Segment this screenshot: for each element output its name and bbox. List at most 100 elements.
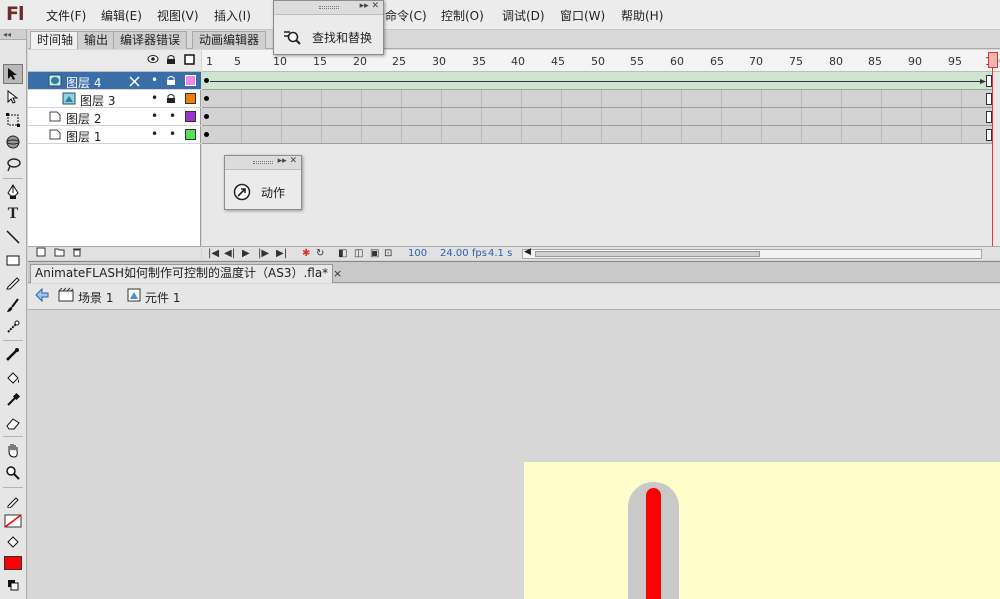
fill-color-bucket-icon[interactable] bbox=[3, 532, 23, 552]
frame-row[interactable] bbox=[202, 90, 992, 108]
menu-help[interactable]: 帮助(H) bbox=[621, 7, 663, 24]
visibility-dot[interactable]: • bbox=[151, 73, 158, 87]
playhead-handle[interactable] bbox=[988, 52, 998, 68]
delete-layer-icon[interactable] bbox=[72, 247, 82, 261]
brush-tool-icon[interactable] bbox=[3, 295, 23, 315]
symbol-breadcrumb[interactable]: 元件 1 bbox=[145, 289, 180, 306]
subselection-tool-icon[interactable] bbox=[3, 87, 23, 107]
pencil-tool-icon[interactable] bbox=[3, 272, 23, 292]
zoom-tool-icon[interactable] bbox=[3, 463, 23, 483]
tab-compiler-errors[interactable]: 编译器错误 bbox=[113, 31, 188, 49]
frame-row[interactable] bbox=[202, 126, 992, 144]
scroll-left-icon[interactable]: ◀ bbox=[524, 247, 531, 257]
tab-output[interactable]: 输出 bbox=[77, 31, 116, 49]
step-forward-icon[interactable]: |▶ bbox=[258, 247, 269, 260]
layer-row[interactable]: 图层 1 • • bbox=[28, 126, 201, 144]
document-tab[interactable]: AnimateFLASH如何制作可控制的温度计（AS3）.fla* bbox=[30, 264, 334, 283]
onion-markers-icon[interactable]: ⊡ bbox=[384, 247, 392, 260]
paint-bucket-tool-icon[interactable] bbox=[3, 368, 23, 388]
layer-color-swatch[interactable] bbox=[185, 129, 196, 140]
scene-breadcrumb[interactable]: 场景 1 bbox=[78, 289, 113, 306]
menu-debug[interactable]: 调试(D) bbox=[502, 7, 545, 24]
layer-color-swatch[interactable] bbox=[185, 93, 196, 104]
actions-button[interactable]: 动作 bbox=[233, 183, 285, 201]
timeline-scrollbar[interactable]: ◀ bbox=[522, 247, 982, 259]
menu-edit[interactable]: 编辑(E) bbox=[101, 7, 142, 24]
toolbar-collapse-button[interactable]: ◂◂ bbox=[0, 30, 26, 40]
loop-icon[interactable]: ↻ bbox=[316, 247, 324, 260]
layer-color-swatch[interactable] bbox=[185, 111, 196, 122]
center-frame-icon[interactable]: ✱ bbox=[302, 247, 310, 260]
lasso-tool-icon[interactable] bbox=[3, 155, 23, 175]
new-layer-icon[interactable] bbox=[36, 247, 46, 261]
free-transform-tool-icon[interactable] bbox=[3, 110, 23, 130]
scrollbar-thumb[interactable] bbox=[535, 251, 760, 257]
eraser-tool-icon[interactable] bbox=[3, 413, 23, 433]
menu-commands[interactable]: 命令(C) bbox=[385, 7, 427, 24]
visibility-dot[interactable]: • bbox=[151, 91, 158, 105]
layer-row[interactable]: 图层 3 • bbox=[28, 90, 201, 108]
lock-dot[interactable]: • bbox=[169, 127, 176, 141]
layer-row[interactable]: 图层 2 • • bbox=[28, 108, 201, 126]
new-folder-icon[interactable] bbox=[54, 247, 65, 261]
menu-insert[interactable]: 插入(I) bbox=[214, 7, 251, 24]
fill-color-swatch[interactable] bbox=[3, 553, 23, 573]
lock-icon[interactable] bbox=[166, 93, 180, 106]
frame-rate[interactable]: 24.00 fps bbox=[440, 247, 487, 260]
tab-timeline[interactable]: 时间轴 bbox=[30, 31, 81, 49]
stroke-color-swatch[interactable] bbox=[3, 511, 23, 531]
layer-row[interactable]: 图层 4 • bbox=[28, 72, 201, 90]
stroke-color-pencil-icon[interactable] bbox=[3, 491, 23, 511]
onion-skin-icon[interactable]: ◧ bbox=[338, 247, 347, 260]
find-replace-button[interactable]: 查找和替换 bbox=[282, 28, 372, 46]
stage[interactable] bbox=[524, 462, 1000, 599]
thermometer-mercury[interactable] bbox=[646, 488, 661, 599]
fill-color-chip bbox=[4, 556, 22, 570]
text-tool-icon[interactable]: T bbox=[3, 204, 23, 224]
elapsed-time[interactable]: 4.1 s bbox=[488, 247, 512, 260]
lock-dot[interactable]: • bbox=[169, 109, 176, 123]
first-frame-icon[interactable]: |◀ bbox=[208, 247, 219, 260]
swap-colors-icon[interactable] bbox=[3, 575, 23, 595]
step-back-icon[interactable]: ◀| bbox=[224, 247, 235, 260]
deco-tool-icon[interactable] bbox=[3, 317, 23, 337]
eyedropper-tool-icon[interactable] bbox=[3, 390, 23, 410]
visibility-dot[interactable]: • bbox=[151, 127, 158, 141]
layer-number: 3 bbox=[107, 94, 116, 108]
play-icon[interactable]: ▶ bbox=[242, 247, 250, 260]
close-icon[interactable]: × bbox=[333, 267, 342, 280]
rectangle-tool-icon[interactable] bbox=[3, 250, 23, 270]
lock-icon[interactable] bbox=[166, 75, 180, 88]
selection-tool-icon[interactable] bbox=[3, 64, 23, 84]
outline-icon[interactable] bbox=[184, 54, 195, 68]
menu-file[interactable]: 文件(F) bbox=[46, 7, 86, 24]
layers-panel: 图层 4 • 图层 3 • 图层 2 • • 图层 1 • • bbox=[28, 50, 201, 246]
edit-multiple-frames-icon[interactable]: ▣ bbox=[370, 247, 379, 260]
panel-controls[interactable]: ▸▸ ✕ bbox=[278, 156, 297, 166]
3d-rotation-tool-icon[interactable] bbox=[3, 132, 23, 152]
tab-motion-editor[interactable]: 动画编辑器 bbox=[192, 31, 267, 49]
visibility-dot[interactable]: • bbox=[151, 109, 158, 123]
layer-color-swatch[interactable] bbox=[185, 75, 196, 86]
current-frame[interactable]: 100 bbox=[408, 247, 427, 260]
menu-window[interactable]: 窗口(W) bbox=[560, 7, 605, 24]
last-frame-icon[interactable]: ▶| bbox=[276, 247, 287, 260]
menu-control[interactable]: 控制(O) bbox=[441, 7, 484, 24]
frame-row[interactable] bbox=[202, 72, 992, 90]
hand-tool-icon[interactable] bbox=[3, 440, 23, 460]
line-tool-icon[interactable] bbox=[3, 227, 23, 247]
playhead[interactable] bbox=[988, 50, 998, 246]
menu-view[interactable]: 视图(V) bbox=[157, 7, 199, 24]
panel-header[interactable]: ▸▸ ✕ bbox=[225, 156, 301, 170]
bone-tool-icon[interactable] bbox=[3, 344, 23, 364]
pen-tool-icon[interactable] bbox=[3, 182, 23, 202]
back-arrow-icon[interactable] bbox=[34, 287, 50, 306]
panel-grip[interactable] bbox=[318, 6, 339, 9]
panel-header[interactable]: ▸▸ ✕ bbox=[274, 1, 383, 15]
panel-grip[interactable] bbox=[253, 161, 273, 164]
lock-icon[interactable] bbox=[166, 54, 176, 68]
panel-controls[interactable]: ▸▸ ✕ bbox=[360, 1, 379, 11]
onion-outline-icon[interactable]: ◫ bbox=[354, 247, 363, 260]
frame-row[interactable] bbox=[202, 108, 992, 126]
show-hide-icon[interactable] bbox=[147, 54, 159, 67]
